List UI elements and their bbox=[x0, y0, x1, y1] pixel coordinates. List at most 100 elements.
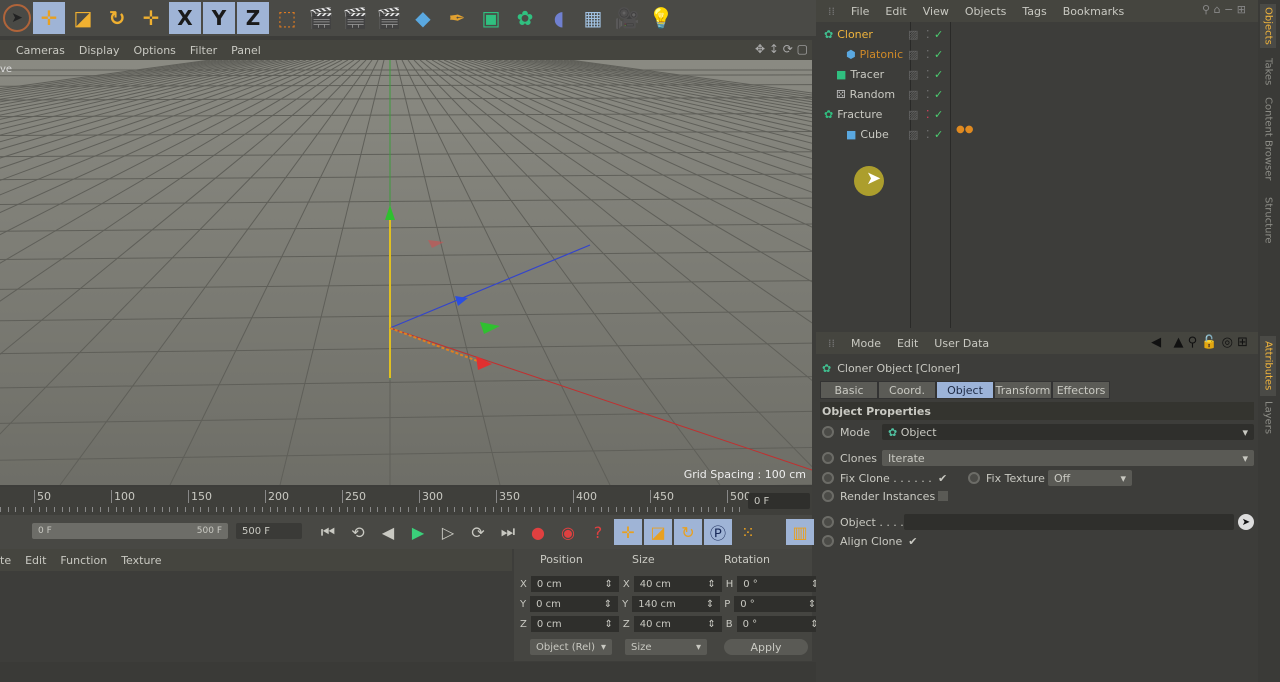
align-clone-anim-radio[interactable] bbox=[822, 535, 834, 547]
cube-primitive-icon[interactable]: ◆ bbox=[407, 2, 439, 34]
fix-clone-anim-radio[interactable] bbox=[822, 472, 834, 484]
menu-display[interactable]: Display bbox=[79, 44, 120, 57]
enabled-check-icon[interactable]: ✓ bbox=[934, 108, 943, 121]
rotation-field[interactable]: 0 °⇕ bbox=[736, 616, 825, 632]
menu-edit[interactable]: Edit bbox=[885, 5, 906, 18]
object-list-item[interactable]: ⬢ Platonic ▨ ⁚ ✓ bbox=[822, 44, 1224, 64]
fix-texture-anim-radio[interactable] bbox=[968, 472, 980, 484]
visibility-dots-icon[interactable]: ⁚ bbox=[926, 88, 930, 101]
x-axis-lock-icon[interactable]: X bbox=[169, 2, 201, 34]
position-field[interactable]: 0 cm ⇕ bbox=[530, 576, 619, 592]
enabled-check-icon[interactable]: ✓ bbox=[934, 88, 943, 101]
record-keys-icon[interactable]: ● bbox=[524, 519, 552, 545]
y-axis-lock-icon[interactable]: Y bbox=[203, 2, 235, 34]
enabled-check-icon[interactable]: ✓ bbox=[934, 68, 943, 81]
rotate-icon[interactable]: ↻ bbox=[101, 2, 133, 34]
prev-key-icon[interactable]: ⟲ bbox=[344, 519, 372, 545]
fix-texture-dropdown[interactable]: Off ▾ bbox=[1048, 470, 1132, 486]
light-icon[interactable]: 💡 bbox=[645, 2, 677, 34]
menu-bookmarks[interactable]: Bookmarks bbox=[1063, 5, 1124, 18]
visibility-dots-icon[interactable]: ⁚ bbox=[926, 108, 930, 121]
menu-create[interactable]: te bbox=[0, 554, 11, 567]
floor-icon[interactable]: ▦ bbox=[577, 2, 609, 34]
tab-coord[interactable]: Coord. bbox=[878, 381, 936, 399]
next-key-icon[interactable]: ⟳ bbox=[464, 519, 492, 545]
mode-anim-radio[interactable] bbox=[822, 426, 834, 438]
goto-start-icon[interactable]: ⏮ bbox=[314, 519, 342, 545]
object-list-item[interactable]: ⚄ Random ▨ ⁚ ✓ bbox=[822, 84, 1234, 104]
position-field[interactable]: 0 cm ⇕ bbox=[530, 596, 619, 612]
3d-viewport[interactable]: ve Grid Spacing : 100 cm bbox=[0, 60, 812, 485]
layer-icon[interactable]: ▨ bbox=[908, 28, 918, 41]
menu-edit[interactable]: Edit bbox=[897, 337, 918, 350]
menu-panel[interactable]: Panel bbox=[231, 44, 261, 57]
tab-effectors[interactable]: Effectors bbox=[1052, 381, 1110, 399]
render-picture-viewer-icon[interactable]: 🎬 bbox=[339, 2, 371, 34]
goto-end-icon[interactable]: ⏭ bbox=[494, 519, 522, 545]
tab-layers[interactable]: Layers bbox=[1260, 400, 1276, 436]
layer-icon[interactable]: ▨ bbox=[908, 128, 918, 141]
align-clone-checkbox[interactable]: ✔ bbox=[908, 535, 917, 548]
layer-icon[interactable]: ▨ bbox=[908, 48, 918, 61]
tab-content-browser[interactable]: Content Browser bbox=[1260, 94, 1276, 184]
next-frame-icon[interactable]: ▷ bbox=[434, 519, 462, 545]
tab-takes[interactable]: Takes bbox=[1260, 52, 1276, 92]
autokey-icon[interactable]: ◉ bbox=[554, 519, 582, 545]
layer-icon[interactable]: ▨ bbox=[908, 88, 918, 101]
menu-cameras[interactable]: Cameras bbox=[16, 44, 65, 57]
scale-icon[interactable]: ◪ bbox=[67, 2, 99, 34]
key-scale-icon[interactable]: ◪ bbox=[644, 519, 672, 545]
menu-filter[interactable]: Filter bbox=[190, 44, 217, 57]
pick-object-icon[interactable]: ➤ bbox=[1238, 514, 1254, 530]
current-frame-field[interactable]: 0 F bbox=[748, 493, 810, 509]
visibility-dots-icon[interactable]: ⁚ bbox=[926, 128, 930, 141]
menu-tags[interactable]: Tags bbox=[1022, 5, 1046, 18]
viewport-nav-icons[interactable]: ✥ ↕ ⟳ ▢ bbox=[755, 42, 808, 56]
menu-user-data[interactable]: User Data bbox=[934, 337, 989, 350]
render-instances-checkbox[interactable] bbox=[938, 491, 948, 501]
object-list-item[interactable]: ✿ Cloner ▨ ⁚ ✓ bbox=[822, 24, 1246, 44]
enabled-check-icon[interactable]: ✓ bbox=[934, 28, 943, 41]
object-link-field[interactable] bbox=[904, 514, 1234, 530]
size-field[interactable]: 140 cm ⇕ bbox=[632, 596, 721, 612]
fix-clone-checkbox[interactable]: ✔ bbox=[938, 472, 968, 485]
key-rotation-icon[interactable]: ↻ bbox=[674, 519, 702, 545]
menu-file[interactable]: File bbox=[851, 5, 869, 18]
live-selection-icon[interactable]: ➤ bbox=[3, 4, 31, 32]
end-frame-field[interactable]: 500 F bbox=[236, 523, 302, 539]
enabled-check-icon[interactable]: ✓ bbox=[934, 128, 943, 141]
render-settings-icon[interactable]: 🎬 bbox=[373, 2, 405, 34]
apply-button[interactable]: Apply bbox=[724, 639, 808, 655]
object-list-item[interactable]: ■ Cube ▨ ⁚ ✓ bbox=[822, 124, 1224, 144]
key-position-icon[interactable]: ✛ bbox=[614, 519, 642, 545]
move-icon[interactable]: ✛ bbox=[33, 2, 65, 34]
keyframe-selection-icon[interactable]: ? bbox=[584, 519, 612, 545]
render-instances-anim-radio[interactable] bbox=[822, 490, 834, 502]
mograph-cloner-icon[interactable]: ✿ bbox=[509, 2, 541, 34]
menu-function[interactable]: Function bbox=[60, 554, 107, 567]
object-list-item[interactable]: ■ Tracer ▨ ⁚ ✓ bbox=[822, 64, 1234, 84]
pen-spline-icon[interactable]: ✒ bbox=[441, 2, 473, 34]
menu-objects[interactable]: Objects bbox=[965, 5, 1007, 18]
deformer-icon[interactable]: ◖ bbox=[543, 2, 575, 34]
size-field[interactable]: 40 cm ⇕ bbox=[633, 576, 722, 592]
visibility-dots-icon[interactable]: ⁚ bbox=[926, 68, 930, 81]
rotation-field[interactable]: 0 °⇕ bbox=[734, 596, 823, 612]
key-pla-icon[interactable]: ⁙ bbox=[734, 519, 762, 545]
visibility-dots-icon[interactable]: ⁚ bbox=[926, 48, 930, 61]
tab-object[interactable]: Object bbox=[936, 381, 994, 399]
prev-frame-icon[interactable]: ◀ bbox=[374, 519, 402, 545]
clones-anim-radio[interactable] bbox=[822, 452, 834, 464]
attribute-nav-icons[interactable]: ◀ ▲ ⚲ 🔓 ◎ ⊞ bbox=[1151, 335, 1248, 350]
menu-mode[interactable]: Mode bbox=[851, 337, 881, 350]
tab-attributes[interactable]: Attributes bbox=[1260, 336, 1276, 396]
mode-dropdown[interactable]: ✿ Object ▾ bbox=[882, 424, 1254, 440]
tab-objects[interactable]: Objects bbox=[1260, 4, 1276, 48]
coord-mode-dropdown[interactable]: Object (Rel) ▾ bbox=[530, 639, 612, 655]
object-list-item[interactable]: ✿ Fracture ▨ ⁚ ✓ bbox=[822, 104, 1246, 124]
menu-edit[interactable]: Edit bbox=[25, 554, 46, 567]
size-mode-dropdown[interactable]: Size ▾ bbox=[625, 639, 707, 655]
z-axis-lock-icon[interactable]: Z bbox=[237, 2, 269, 34]
menu-view[interactable]: View bbox=[923, 5, 949, 18]
menu-options[interactable]: Options bbox=[133, 44, 175, 57]
